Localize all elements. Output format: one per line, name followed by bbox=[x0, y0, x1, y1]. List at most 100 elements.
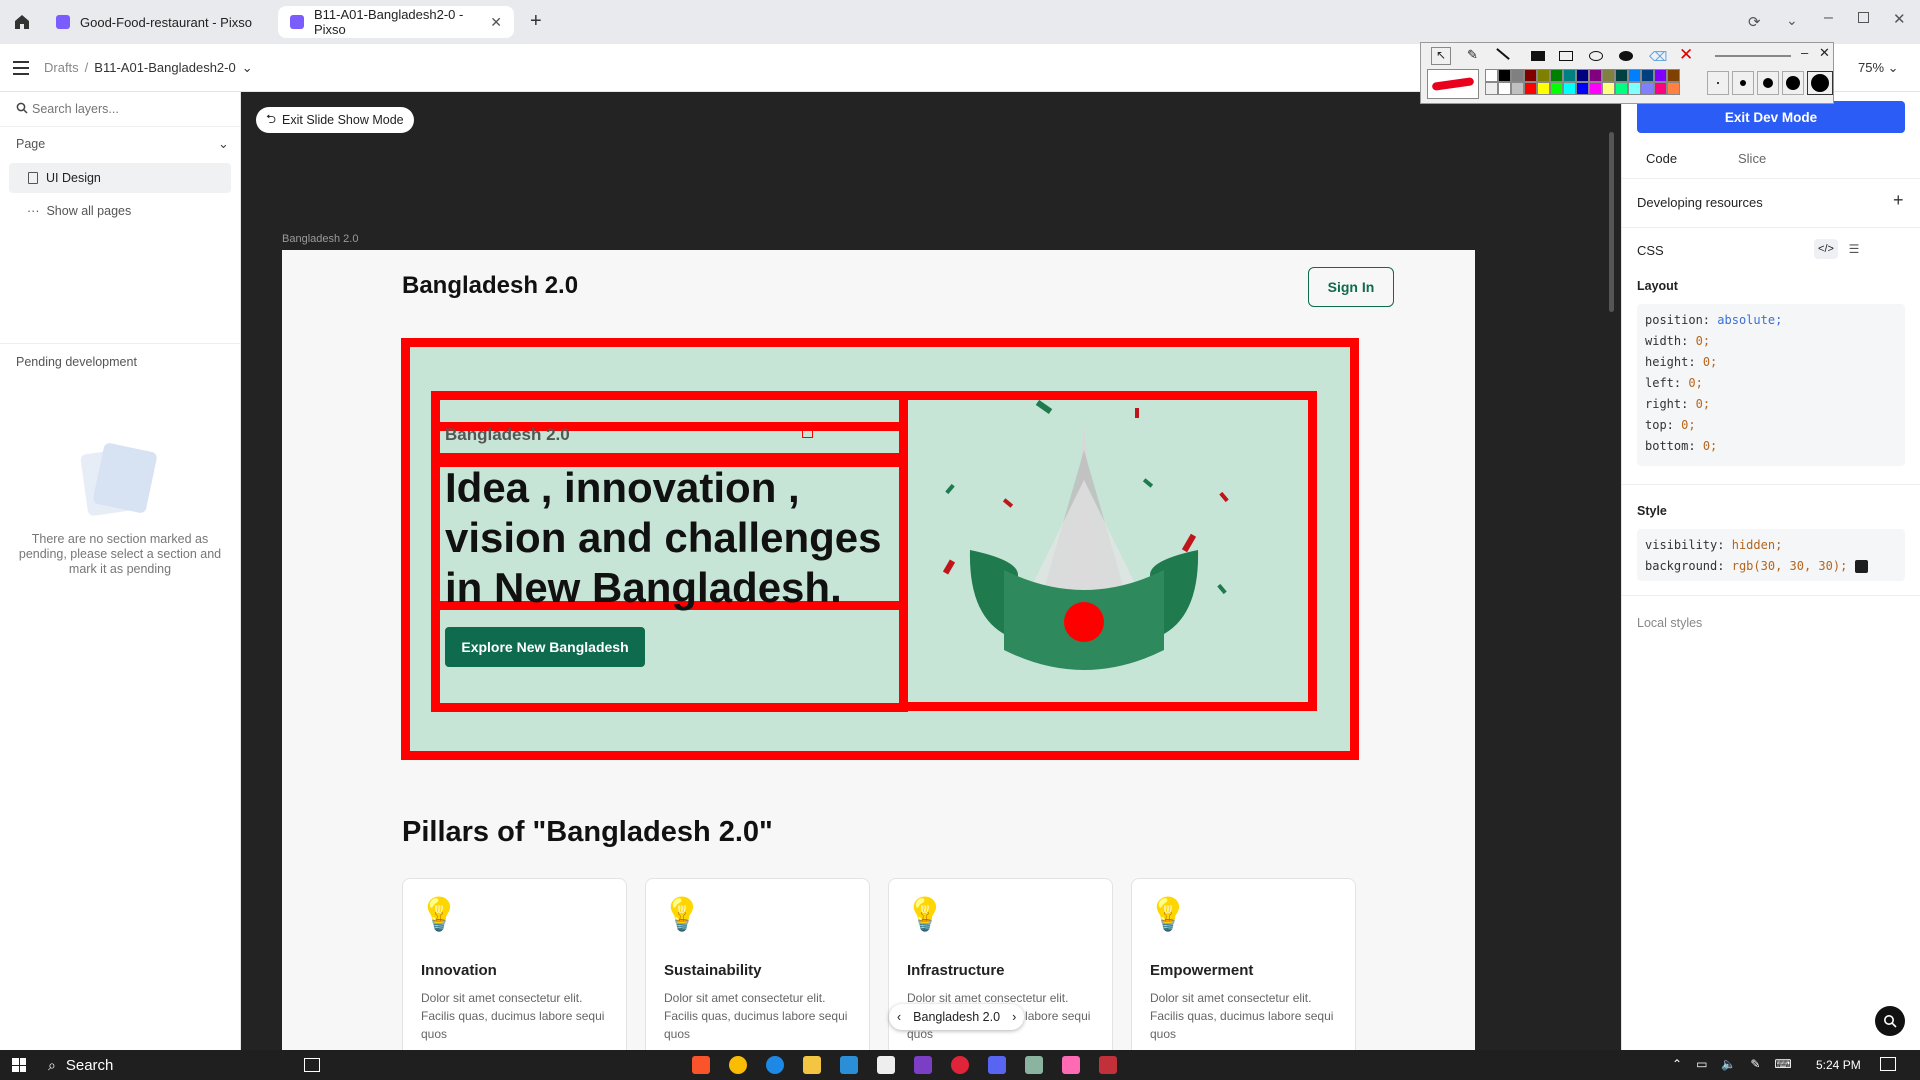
chrome-icon[interactable] bbox=[729, 1056, 747, 1074]
network-icon[interactable]: ▭ bbox=[1696, 1057, 1707, 1071]
sign-in-button[interactable]: Sign In bbox=[1308, 267, 1394, 307]
frame-label[interactable]: Bangladesh 2.0 bbox=[282, 233, 358, 245]
chevron-down-icon[interactable]: ⌄ bbox=[1786, 12, 1798, 29]
ellipse-tool-icon[interactable] bbox=[1589, 51, 1603, 61]
code-view-icon[interactable]: </> bbox=[1814, 239, 1838, 259]
minimize-icon[interactable]: – bbox=[1824, 9, 1833, 27]
windows-start-icon[interactable] bbox=[12, 1058, 26, 1072]
exit-slideshow-button[interactable]: ⮌ Exit Slide Show Mode bbox=[256, 107, 414, 133]
pixso-icon[interactable] bbox=[1062, 1056, 1080, 1074]
slide-name: Bangladesh 2.0 bbox=[913, 1010, 1001, 1024]
selection-handle-icon[interactable] bbox=[802, 427, 813, 438]
clear-tool-icon[interactable]: ✕ bbox=[1679, 45, 1693, 65]
pillar-card[interactable]: 💡 Innovation Dolor sit amet consectetur … bbox=[402, 878, 627, 1050]
pen-tool-icon[interactable]: ✎ bbox=[1467, 47, 1478, 63]
keyboard-icon[interactable]: ⌨ bbox=[1774, 1057, 1791, 1071]
add-resource-icon[interactable]: + bbox=[1893, 190, 1904, 211]
line-width-slider[interactable] bbox=[1715, 55, 1791, 57]
onenote-icon[interactable] bbox=[914, 1056, 932, 1074]
show-all-label: Show all pages bbox=[46, 204, 132, 218]
brush-size-options[interactable] bbox=[1707, 71, 1833, 95]
design-canvas[interactable]: ⮌ Exit Slide Show Mode Bangladesh 2.0 Ba… bbox=[241, 92, 1621, 1050]
next-slide-icon[interactable]: › bbox=[1012, 1010, 1016, 1024]
file-name[interactable]: B11-A01-Bangladesh2-0 bbox=[94, 60, 235, 76]
dev-inspect-panel: Exit Dev Mode Code Slice Developing reso… bbox=[1621, 92, 1920, 1050]
notification-icon[interactable] bbox=[1880, 1057, 1896, 1071]
filled-ellipse-tool-icon[interactable] bbox=[1619, 51, 1633, 61]
menu-icon[interactable] bbox=[13, 61, 29, 75]
brush-size-icon[interactable] bbox=[1757, 71, 1779, 95]
close-tab-icon[interactable]: ✕ bbox=[490, 14, 502, 31]
refresh-icon[interactable]: ⟳ bbox=[1748, 13, 1761, 31]
tab-bangladesh[interactable]: B11-A01-Bangladesh2-0 - Pixso ✕ bbox=[278, 6, 514, 38]
brush-size-icon[interactable] bbox=[1807, 71, 1833, 95]
hero-image[interactable] bbox=[899, 391, 1317, 711]
css-line: left: 0; bbox=[1645, 376, 1703, 390]
brush-size-icon[interactable] bbox=[1707, 71, 1729, 95]
css-line: width: 0; bbox=[1645, 334, 1711, 348]
volume-icon[interactable]: 🔈 bbox=[1721, 1057, 1736, 1071]
prev-slide-icon[interactable]: ‹ bbox=[897, 1010, 901, 1024]
line-tool-icon[interactable] bbox=[1496, 48, 1510, 60]
hero-cta-button[interactable]: Explore New Bangladesh bbox=[445, 627, 645, 667]
artboard[interactable]: Bangladesh 2.0 Sign In Bangladesh 2.0 Id… bbox=[282, 250, 1475, 1050]
browser-tab-bar: Good-Food-restaurant - Pixso B11-A01-Ban… bbox=[0, 0, 1920, 44]
vscode-icon[interactable] bbox=[840, 1056, 858, 1074]
hero-section[interactable]: Bangladesh 2.0 Idea , innovation , visio… bbox=[401, 338, 1359, 760]
filled-rect-tool-icon[interactable] bbox=[1531, 51, 1545, 61]
color-swatch-icon[interactable] bbox=[1854, 560, 1868, 573]
notion-icon[interactable] bbox=[877, 1056, 895, 1074]
restore-icon[interactable] bbox=[1858, 12, 1869, 23]
opera-icon[interactable] bbox=[951, 1056, 969, 1074]
site-brand: Bangladesh 2.0 bbox=[402, 272, 579, 299]
file-explorer-icon[interactable] bbox=[803, 1056, 821, 1074]
zoom-level[interactable]: 75% ⌄ bbox=[1858, 60, 1899, 76]
brush-size-icon[interactable] bbox=[1782, 71, 1804, 95]
taskbar-search[interactable]: ⌕ Search bbox=[40, 1050, 290, 1080]
tray-chevron-icon[interactable]: ⌃ bbox=[1672, 1057, 1682, 1071]
exit-dev-mode-button[interactable]: Exit Dev Mode bbox=[1637, 101, 1905, 133]
show-all-pages[interactable]: ··· Show all pages bbox=[27, 204, 131, 218]
more-icon: ··· bbox=[27, 204, 40, 218]
rect-tool-icon[interactable] bbox=[1559, 51, 1573, 61]
collapse-chevron-icon[interactable]: ⌄ bbox=[218, 136, 229, 152]
pillar-card[interactable]: 💡 Empowerment Dolor sit amet consectetur… bbox=[1131, 878, 1356, 1050]
layout-css-block[interactable]: position: absolute; width: 0; height: 0;… bbox=[1637, 304, 1905, 466]
pillar-card[interactable]: 💡 Sustainability Dolor sit amet consecte… bbox=[645, 878, 870, 1050]
lightbulb-icon: 💡 bbox=[1148, 896, 1188, 932]
color-palette[interactable] bbox=[1485, 69, 1691, 95]
clock[interactable]: 5:24 PM bbox=[1816, 1058, 1861, 1072]
breadcrumb-drafts[interactable]: Drafts bbox=[44, 60, 79, 76]
list-view-icon[interactable]: ☰ bbox=[1844, 239, 1864, 259]
tab-good-food[interactable]: Good-Food-restaurant - Pixso bbox=[44, 6, 270, 38]
snipping-tool-icon[interactable] bbox=[1099, 1056, 1117, 1074]
empty-state-illustration bbox=[79, 442, 158, 517]
style-css-block[interactable]: visibility: hidden; background: rgb(30, … bbox=[1637, 529, 1905, 581]
tab-slice[interactable]: Slice bbox=[1738, 151, 1766, 166]
brave-icon[interactable] bbox=[692, 1056, 710, 1074]
home-icon[interactable] bbox=[12, 12, 32, 32]
pen-icon[interactable]: ✎ bbox=[1750, 1057, 1760, 1071]
close-window-icon[interactable]: ✕ bbox=[1893, 10, 1906, 28]
vertical-scrollbar[interactable] bbox=[1609, 132, 1614, 312]
annotation-toolbar[interactable]: ↖ ✎ ⌫ ✕ – ✕ bbox=[1420, 42, 1834, 104]
pointer-tool-icon[interactable]: ↖ bbox=[1431, 47, 1451, 65]
search-icon: ⌕ bbox=[48, 1056, 56, 1073]
task-view-icon[interactable] bbox=[304, 1058, 320, 1072]
tab-code[interactable]: Code bbox=[1646, 151, 1677, 166]
edge-icon[interactable] bbox=[766, 1056, 784, 1074]
toolbar-minimize-icon[interactable]: – bbox=[1801, 45, 1808, 60]
chevron-down-icon[interactable]: ⌄ bbox=[242, 60, 253, 76]
new-tab-button[interactable]: + bbox=[530, 10, 542, 33]
discord-icon[interactable] bbox=[988, 1056, 1006, 1074]
toolbar-close-icon[interactable]: ✕ bbox=[1819, 45, 1830, 61]
brush-size-icon[interactable] bbox=[1732, 71, 1754, 95]
app-icon[interactable] bbox=[1025, 1056, 1043, 1074]
pixso-favicon-icon bbox=[290, 15, 304, 29]
css-line: top: 0; bbox=[1645, 418, 1696, 432]
page-item-ui-design[interactable]: UI Design bbox=[9, 163, 231, 193]
eraser-tool-icon[interactable]: ⌫ bbox=[1649, 49, 1667, 65]
search-fab-icon[interactable] bbox=[1875, 1006, 1905, 1036]
search-layers-input[interactable] bbox=[32, 98, 232, 120]
pillar-title: Innovation bbox=[421, 962, 497, 979]
